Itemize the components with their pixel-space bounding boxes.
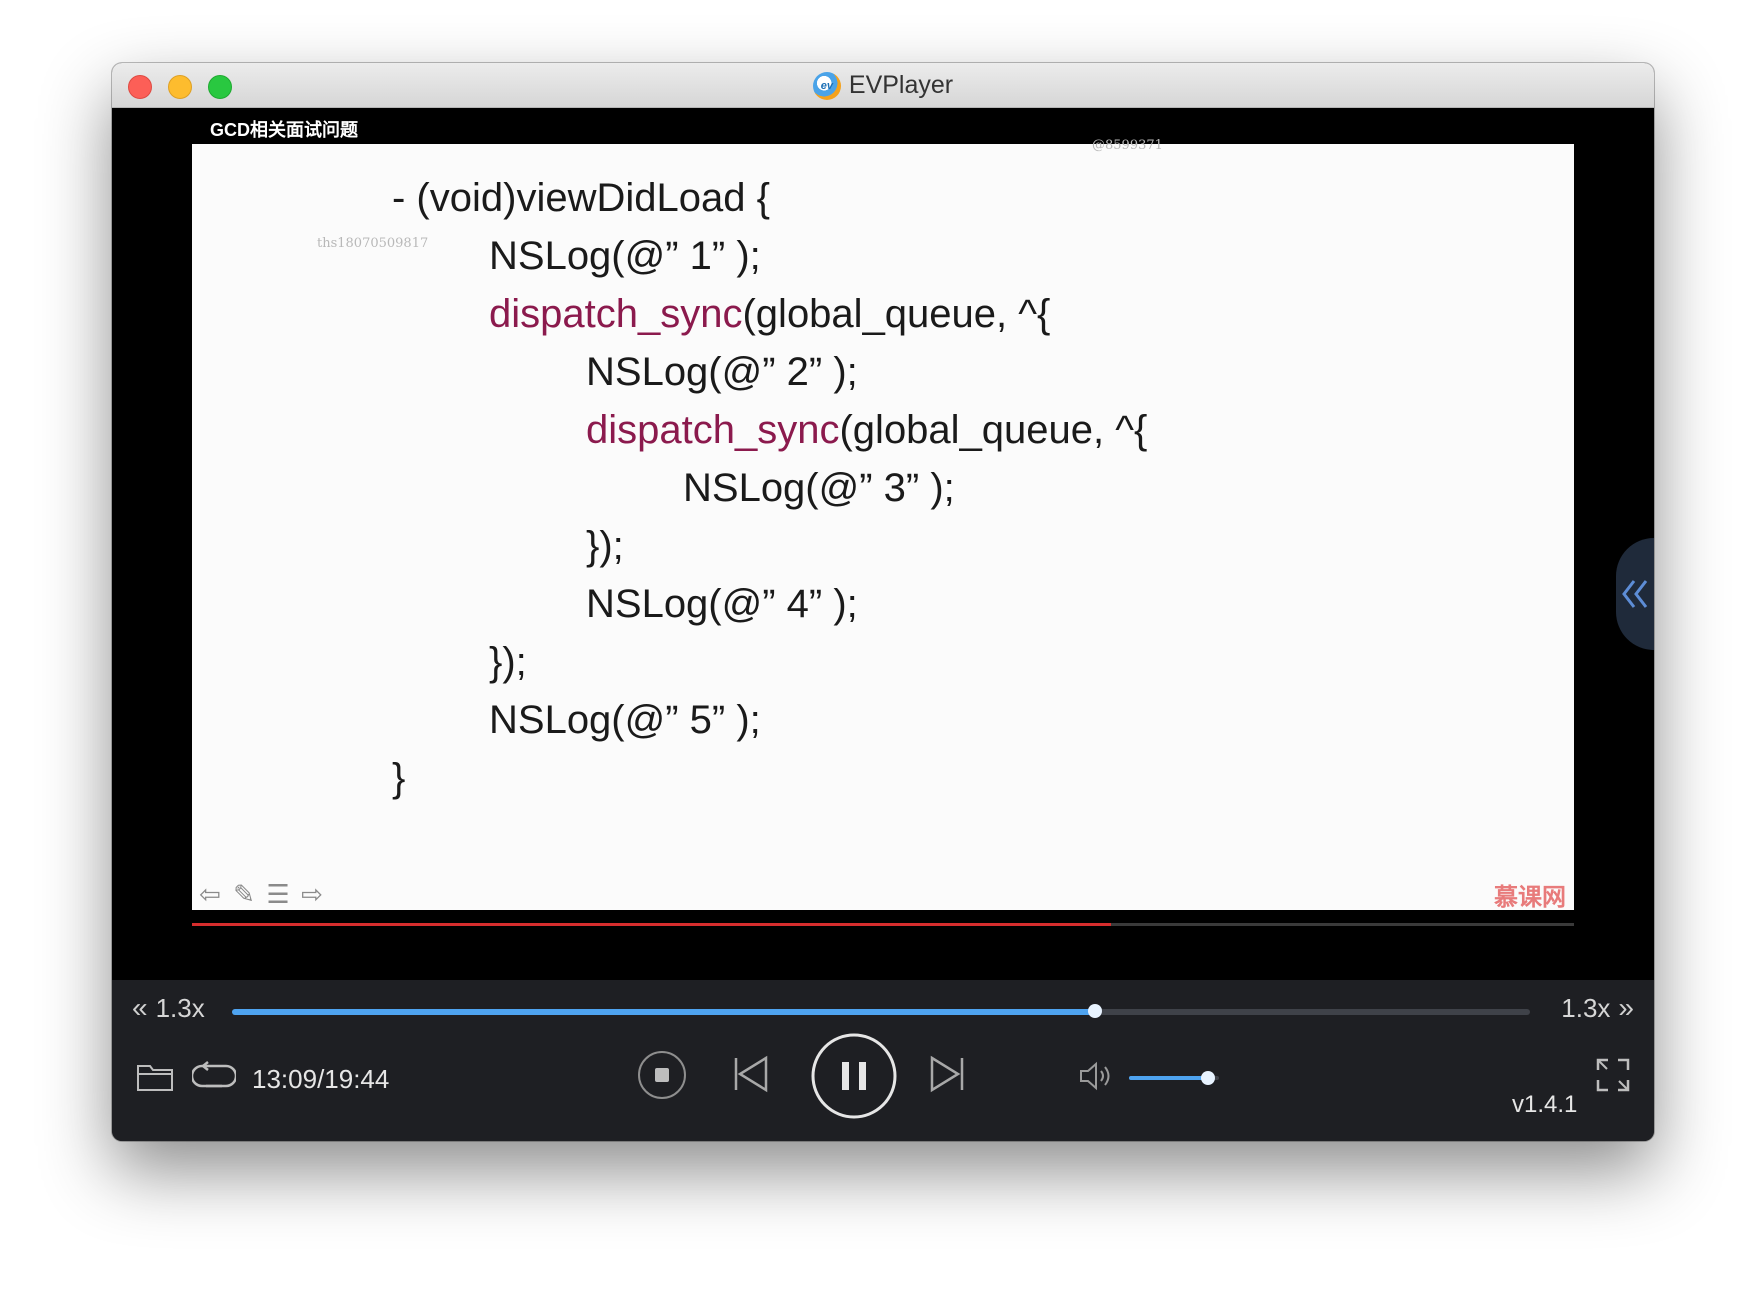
volume-slider[interactable]	[1129, 1071, 1219, 1085]
stop-button[interactable]	[637, 1050, 687, 1100]
seek-bar-fill	[232, 1009, 1096, 1015]
title-bar[interactable]: ev EVPlayer	[112, 63, 1654, 108]
slide-frame: ths18070509817 @8599371 - (void)viewDidL…	[192, 138, 1574, 911]
folder-icon[interactable]	[136, 1060, 174, 1092]
code-line: });	[586, 524, 624, 569]
window-title: EVPlayer	[848, 71, 954, 99]
loop-icon[interactable]	[192, 1060, 236, 1092]
previous-button[interactable]	[732, 1054, 770, 1094]
code-text: NSLog(@” 1” );	[489, 234, 761, 278]
code-line: NSLog(@” 2” );	[586, 350, 858, 395]
code-text: NSLog(@” 2” );	[586, 350, 858, 394]
double-chevron-right-icon[interactable]: »	[1618, 992, 1634, 1024]
code-line: }	[392, 756, 405, 801]
time-display: 13:09/19:44	[252, 1064, 390, 1094]
slide-toolbar: ⇦ ✎ ☰ ⇨	[196, 879, 326, 910]
code-text: - (void)viewDidLoad {	[392, 176, 770, 220]
side-panel-toggle[interactable]	[1616, 538, 1654, 650]
code-text: NSLog(@” 5” );	[489, 698, 761, 742]
code-text: NSLog(@” 4” );	[586, 582, 858, 626]
speed-left-label: 1.3x	[155, 992, 205, 1023]
volume-slider-thumb[interactable]	[1201, 1071, 1216, 1085]
code-line: NSLog(@” 4” );	[586, 582, 858, 627]
player-controls: « 1.3x 1.3x » 13:09/19:44 v1.4.1	[112, 980, 1654, 1141]
menu-icon[interactable]: ☰	[264, 879, 292, 910]
double-chevron-left-icon	[1622, 580, 1648, 608]
app-logo-icon: ev	[812, 71, 841, 100]
code-line: });	[489, 640, 527, 685]
buffer-progress-track	[192, 923, 1574, 926]
code-line: NSLog(@” 3” );	[683, 466, 955, 511]
next-button[interactable]	[928, 1054, 966, 1094]
seek-bar[interactable]	[232, 1004, 1530, 1018]
evplayer-window: ev EVPlayer GCD相关面试问题 ths18070509817 @85…	[112, 63, 1654, 1141]
volume-icon[interactable]	[1078, 1060, 1116, 1092]
code-text: (global_queue, ^{	[742, 292, 1051, 336]
speed-down-control[interactable]: « 1.3x	[132, 992, 205, 1024]
version-label: v1.4.1	[1512, 1091, 1578, 1118]
watermark: ths18070509817	[317, 236, 429, 251]
code-line: - (void)viewDidLoad {	[392, 176, 770, 221]
speed-up-control[interactable]: 1.3x »	[1561, 992, 1634, 1024]
seek-bar-thumb[interactable]	[1088, 1004, 1103, 1018]
code-text: });	[489, 640, 527, 684]
volume-slider-fill	[1129, 1076, 1209, 1080]
code-keyword: dispatch_sync	[489, 292, 743, 336]
code-text: });	[586, 524, 624, 568]
buffer-progress-fill	[192, 923, 1112, 926]
video-title: GCD相关面试问题	[210, 120, 358, 140]
speed-right-label: 1.3x	[1561, 992, 1611, 1023]
pen-icon[interactable]: ✎	[230, 879, 258, 910]
code-text: NSLog(@” 3” );	[683, 466, 955, 510]
brand-logo: 慕课网	[1494, 884, 1566, 911]
arrow-left-icon[interactable]: ⇦	[196, 879, 224, 910]
code-line: NSLog(@” 1” );	[489, 234, 761, 279]
pause-button[interactable]	[810, 1032, 898, 1120]
code-line: NSLog(@” 5” );	[489, 698, 761, 743]
arrow-right-icon[interactable]: ⇨	[298, 879, 326, 910]
code-text: }	[392, 756, 406, 800]
video-area[interactable]: GCD相关面试问题 ths18070509817 @8599371 - (voi…	[112, 108, 1654, 980]
double-chevron-left-icon[interactable]: «	[132, 992, 148, 1024]
code-text: (global_queue, ^{	[839, 408, 1148, 452]
code-keyword: dispatch_sync	[586, 408, 840, 452]
watermark: @8599371	[1092, 138, 1163, 153]
fullscreen-icon[interactable]	[1596, 1058, 1630, 1092]
code-line: dispatch_sync(global_queue, ^{	[489, 292, 1050, 337]
code-line: dispatch_sync(global_queue, ^{	[586, 408, 1147, 453]
